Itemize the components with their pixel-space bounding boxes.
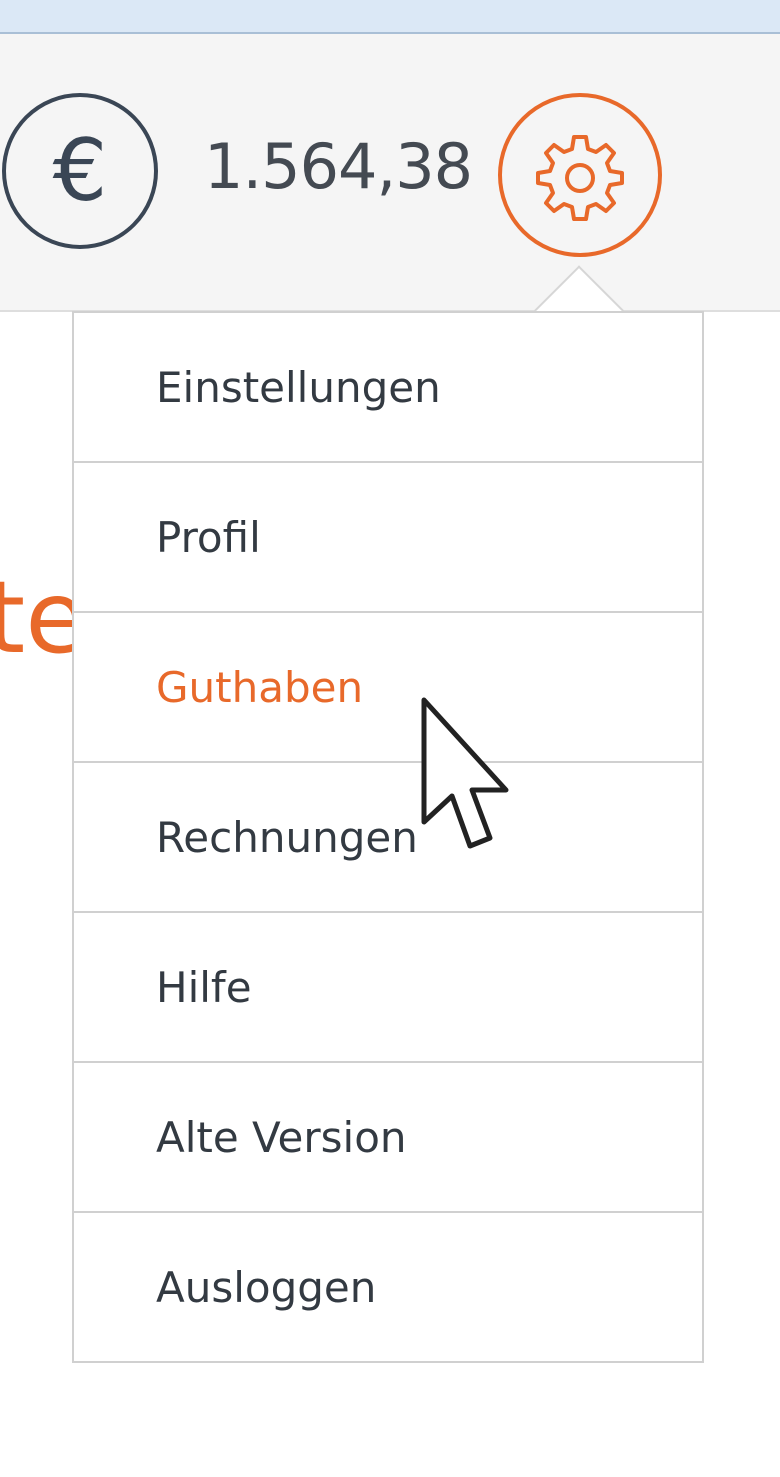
menu-item-profil[interactable]: Profil (74, 463, 702, 613)
browser-top-strip (0, 0, 780, 34)
gear-icon (536, 135, 624, 221)
currency-button[interactable]: € (2, 93, 158, 249)
menu-item-ausloggen[interactable]: Ausloggen (74, 1213, 702, 1361)
settings-dropdown-menu: Einstellungen Profil Guthaben Rechnungen… (72, 311, 704, 1363)
menu-item-hilfe[interactable]: Hilfe (74, 913, 702, 1063)
euro-icon: € (52, 121, 108, 221)
menu-item-alte-version[interactable]: Alte Version (74, 1063, 702, 1213)
settings-button[interactable] (498, 93, 662, 257)
account-balance: 1.564,38 (204, 130, 473, 203)
menu-item-rechnungen[interactable]: Rechnungen (74, 763, 702, 913)
mouse-cursor-icon (421, 697, 509, 849)
menu-item-einstellungen[interactable]: Einstellungen (74, 313, 702, 463)
menu-item-guthaben[interactable]: Guthaben (74, 613, 702, 763)
